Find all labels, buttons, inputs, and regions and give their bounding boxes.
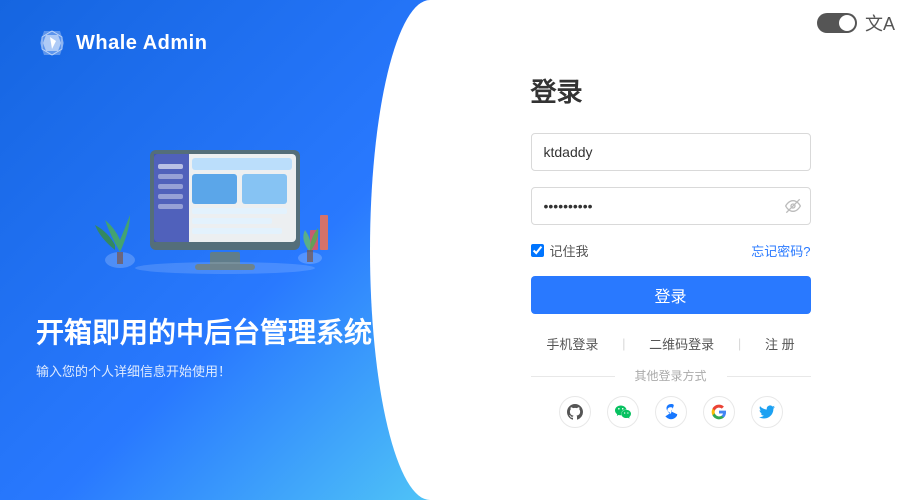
logo-area: Whale Admin xyxy=(36,27,207,59)
github-icon[interactable] xyxy=(559,396,591,428)
dark-mode-toggle[interactable] xyxy=(817,13,857,33)
form-title: 登录 xyxy=(531,72,811,109)
google-icon[interactable] xyxy=(703,396,735,428)
divider-2: | xyxy=(738,336,741,351)
divider-1: | xyxy=(622,336,625,351)
alt-login-row: 手机登录 | 二维码登录 | 注 册 xyxy=(531,330,811,357)
hero-subtitle: 输入您的个人详细信息开始使用！ xyxy=(36,361,372,380)
social-icons xyxy=(531,396,811,428)
alipay-icon[interactable] xyxy=(655,396,687,428)
register-item[interactable]: 注 册 xyxy=(757,330,803,357)
twitter-icon[interactable] xyxy=(751,396,783,428)
monitor-illustration xyxy=(90,90,330,290)
password-toggle-button[interactable] xyxy=(785,198,801,214)
remember-row: 记住我 忘记密码? xyxy=(531,241,811,260)
login-form: 登录 记住我 忘记密码? 登录 手机登录 | xyxy=(531,72,811,428)
language-icon[interactable]: 文A xyxy=(865,10,895,36)
username-group xyxy=(531,133,811,171)
wechat-icon[interactable] xyxy=(607,396,639,428)
left-panel: Whale Admin xyxy=(0,0,430,500)
password-input[interactable] xyxy=(531,187,811,225)
login-button[interactable]: 登录 xyxy=(531,276,811,314)
illustration xyxy=(50,80,370,300)
logo-icon xyxy=(36,27,68,59)
remember-checkbox[interactable] xyxy=(531,244,544,257)
username-input[interactable] xyxy=(531,133,811,171)
remember-label[interactable]: 记住我 xyxy=(531,241,589,260)
right-panel: 登录 记住我 忘记密码? 登录 手机登录 | xyxy=(430,0,911,500)
toggle-circle xyxy=(839,15,855,31)
logo-text: Whale Admin xyxy=(76,32,207,55)
other-login-label: 其他登录方式 xyxy=(531,367,811,384)
password-group xyxy=(531,187,811,225)
top-right-controls: 文A xyxy=(817,10,895,36)
forgot-password-link[interactable]: 忘记密码? xyxy=(751,241,810,260)
hero-title: 开箱即用的中后台管理系统 xyxy=(36,315,372,351)
remember-text: 记住我 xyxy=(550,241,589,260)
left-content: 开箱即用的中后台管理系统 输入您的个人详细信息开始使用！ xyxy=(36,315,372,380)
qr-login-item[interactable]: 二维码登录 xyxy=(641,330,722,357)
phone-login-item[interactable]: 手机登录 xyxy=(538,330,606,357)
